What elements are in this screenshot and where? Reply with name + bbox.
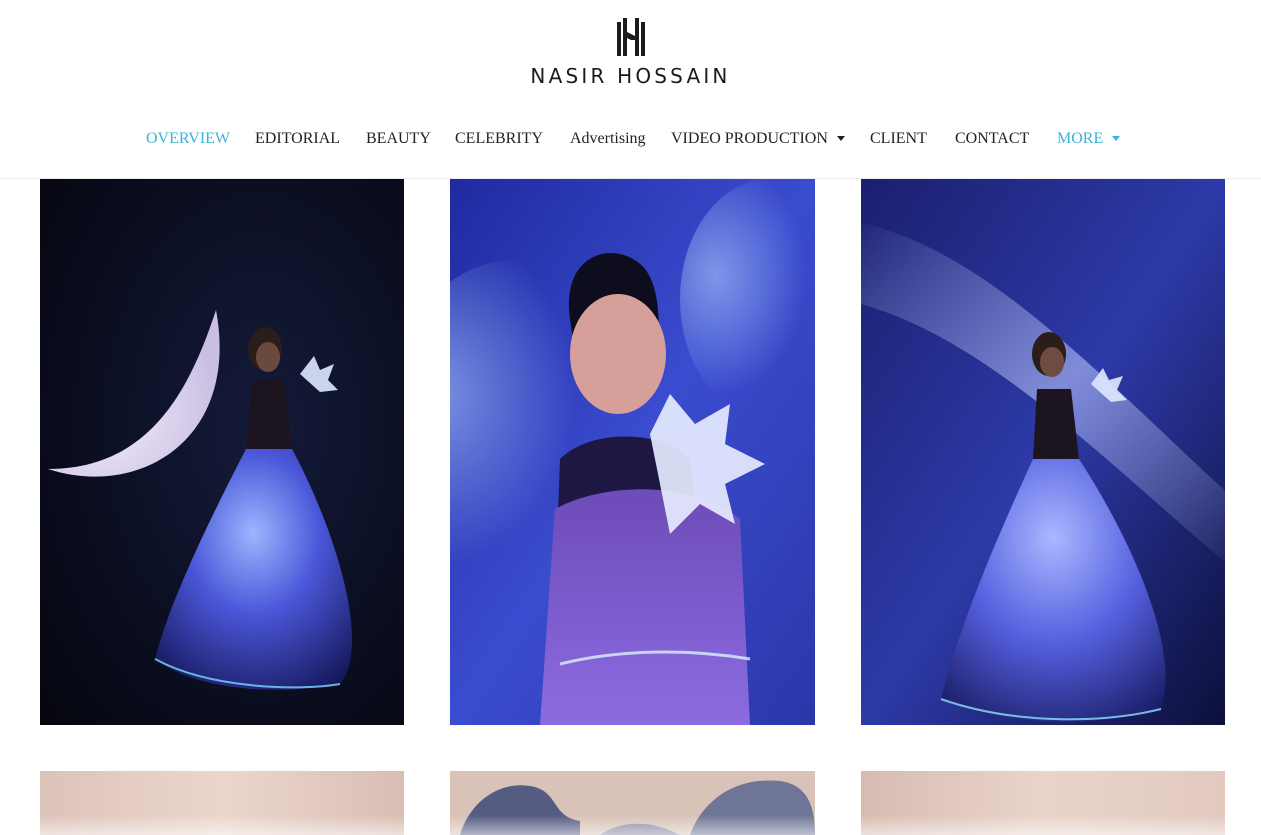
photo-image <box>40 771 404 835</box>
nav-item-contact[interactable]: CONTACT <box>955 128 1029 150</box>
nav-item-overview[interactable]: OVERVIEW <box>146 128 230 150</box>
gallery-photo[interactable] <box>40 179 404 725</box>
nav-item-video-production[interactable]: VIDEO PRODUCTION <box>671 128 845 150</box>
gallery-photo[interactable] <box>861 771 1225 835</box>
photo-image <box>40 179 404 725</box>
nav-item-celebrity[interactable]: CELEBRITY <box>455 128 543 150</box>
nav-item-more[interactable]: MORE <box>1057 128 1121 150</box>
site-logo[interactable]: NASIR HOSSAIN <box>0 16 1261 88</box>
nav-item-label: VIDEO PRODUCTION <box>671 130 828 147</box>
brand-name: NASIR HOSSAIN <box>530 64 731 88</box>
nav-item-label: MORE <box>1057 130 1104 147</box>
photo-image <box>861 179 1225 725</box>
site-header: NASIR HOSSAIN OVERVIEW EDITORIAL BEAUTY … <box>0 0 1261 179</box>
gallery-photo[interactable] <box>40 771 404 835</box>
gallery-photo[interactable] <box>450 771 815 835</box>
nav-item-editorial[interactable]: EDITORIAL <box>255 128 340 150</box>
caret-down-icon <box>1112 135 1121 141</box>
gallery-photo[interactable] <box>861 179 1225 725</box>
nav-item-advertising[interactable]: Advertising <box>570 128 646 150</box>
nav-item-beauty[interactable]: BEAUTY <box>366 128 431 150</box>
photo-image <box>450 179 815 725</box>
nav-item-client[interactable]: CLIENT <box>870 128 927 150</box>
photo-image <box>861 771 1225 835</box>
caret-down-icon <box>836 135 845 141</box>
nh-monogram-icon <box>616 18 645 56</box>
gallery-photo[interactable] <box>450 179 815 725</box>
photo-image <box>450 771 815 835</box>
